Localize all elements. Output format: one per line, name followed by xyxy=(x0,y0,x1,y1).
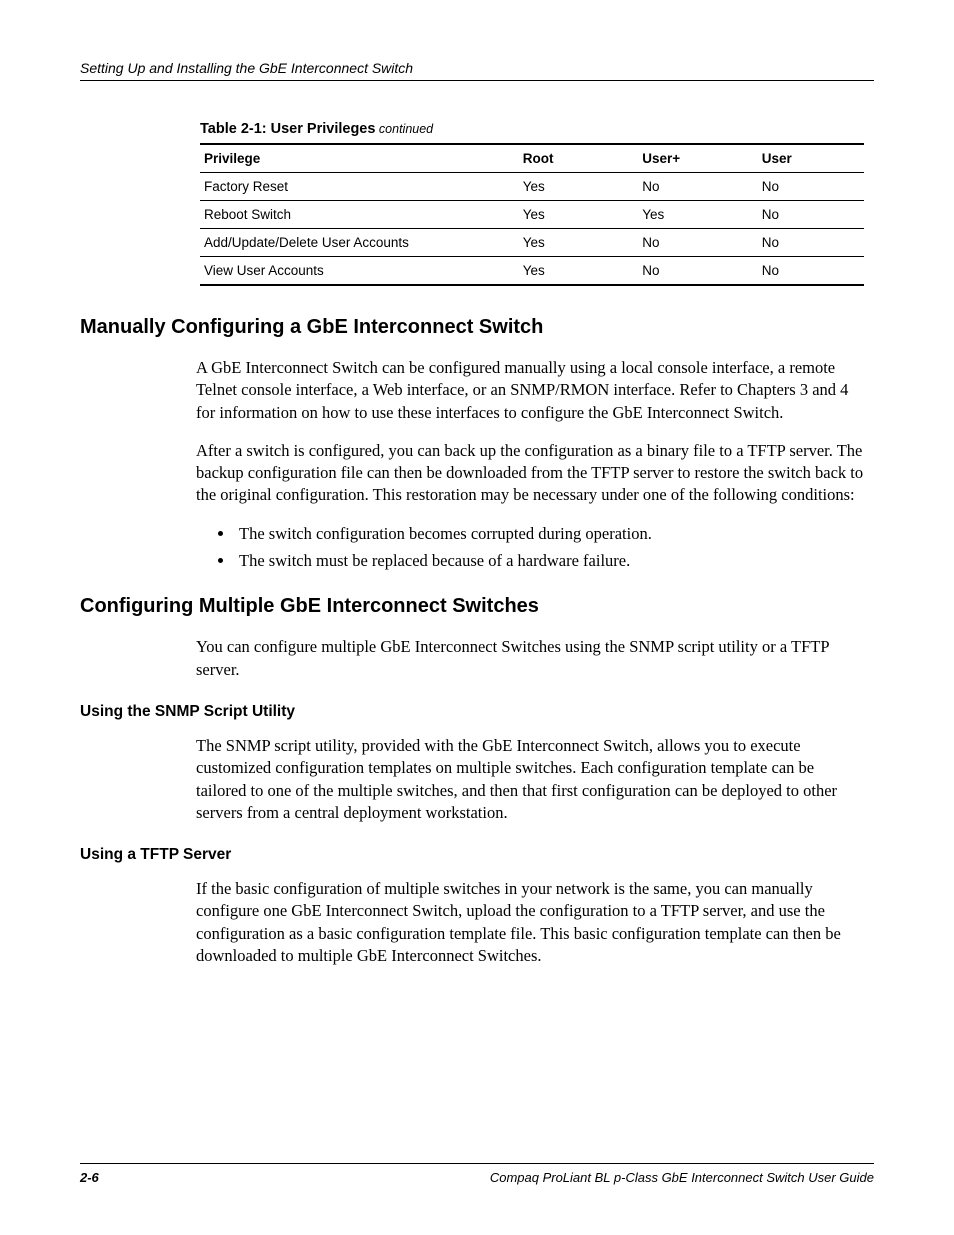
table-caption: Table 2-1: User Privileges continued xyxy=(200,121,864,137)
table-caption-label: Table 2-1: User Privileges xyxy=(200,121,375,137)
paragraph: You can configure multiple GbE Interconn… xyxy=(196,636,864,681)
user-privileges-table-container: Table 2-1: User Privileges continued Pri… xyxy=(200,121,864,286)
paragraph: A GbE Interconnect Switch can be configu… xyxy=(196,357,864,424)
table-row: Reboot Switch Yes Yes No xyxy=(200,201,864,229)
cell-userplus: No xyxy=(638,229,758,257)
cell-user: No xyxy=(758,257,864,286)
section-heading-multiple-config: Configuring Multiple GbE Interconnect Sw… xyxy=(80,595,874,618)
cell-userplus: Yes xyxy=(638,201,758,229)
col-header-user: User xyxy=(758,144,864,173)
cell-user: No xyxy=(758,229,864,257)
cell-privilege: Add/Update/Delete User Accounts xyxy=(200,229,519,257)
footer-doc-title: Compaq ProLiant BL p-Class GbE Interconn… xyxy=(490,1170,874,1185)
chapter-title: Setting Up and Installing the GbE Interc… xyxy=(80,60,413,76)
cell-root: Yes xyxy=(519,229,639,257)
list-item: The switch configuration becomes corrupt… xyxy=(235,523,864,544)
table-caption-continued: continued xyxy=(375,122,433,136)
cell-user: No xyxy=(758,173,864,201)
page-header: Setting Up and Installing the GbE Interc… xyxy=(80,60,874,81)
table-row: View User Accounts Yes No No xyxy=(200,257,864,286)
paragraph: If the basic configuration of multiple s… xyxy=(196,878,864,967)
subsection-heading-tftp: Using a TFTP Server xyxy=(80,846,874,864)
cell-root: Yes xyxy=(519,173,639,201)
col-header-root: Root xyxy=(519,144,639,173)
cell-privilege: Reboot Switch xyxy=(200,201,519,229)
cell-privilege: View User Accounts xyxy=(200,257,519,286)
cell-root: Yes xyxy=(519,201,639,229)
page-number: 2-6 xyxy=(80,1170,99,1185)
section-heading-manual-config: Manually Configuring a GbE Interconnect … xyxy=(80,316,874,339)
page-footer: 2-6 Compaq ProLiant BL p-Class GbE Inter… xyxy=(80,1163,874,1185)
list-item: The switch must be replaced because of a… xyxy=(235,550,864,571)
bullet-list: The switch configuration becomes corrupt… xyxy=(235,523,864,572)
table-row: Factory Reset Yes No No xyxy=(200,173,864,201)
subsection-heading-snmp: Using the SNMP Script Utility xyxy=(80,703,874,721)
table-header-row: Privilege Root User+ User xyxy=(200,144,864,173)
col-header-privilege: Privilege xyxy=(200,144,519,173)
cell-user: No xyxy=(758,201,864,229)
user-privileges-table: Privilege Root User+ User Factory Reset … xyxy=(200,143,864,286)
cell-userplus: No xyxy=(638,257,758,286)
col-header-userplus: User+ xyxy=(638,144,758,173)
paragraph: The SNMP script utility, provided with t… xyxy=(196,735,864,824)
cell-root: Yes xyxy=(519,257,639,286)
cell-privilege: Factory Reset xyxy=(200,173,519,201)
table-row: Add/Update/Delete User Accounts Yes No N… xyxy=(200,229,864,257)
cell-userplus: No xyxy=(638,173,758,201)
paragraph: After a switch is configured, you can ba… xyxy=(196,440,864,507)
